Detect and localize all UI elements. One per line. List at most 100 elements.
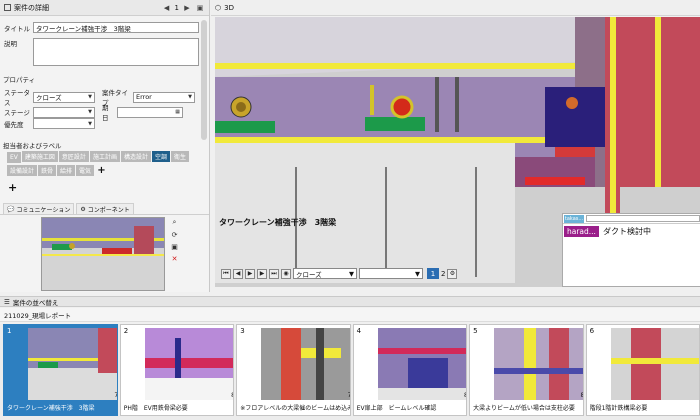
comment-user: harad... [564, 226, 599, 237]
stage-label: ステージ [4, 109, 30, 117]
case-details-header: 案件の詳細 ◀ 1 ▶ ▣ [0, 0, 209, 16]
label-tag[interactable]: 設備設計 [7, 165, 38, 176]
card-number: 3 [240, 327, 245, 335]
card-caption: ※フロアレベルの大梁催のビームはめ込み＝柱部... [240, 405, 349, 412]
prev-case-button[interactable]: ◀ [162, 4, 172, 12]
sort-title: 案件の並べ替え [12, 298, 59, 307]
next-icon[interactable]: ▶ [257, 268, 267, 279]
card-caption: EV扉上部 ビームレベル確認 [356, 405, 437, 412]
label-tag-active[interactable]: 空調 [151, 151, 170, 162]
card-thumbnail: 81 [494, 328, 583, 400]
card-number: 1 [7, 327, 12, 335]
card-caption: 大梁よりビームが低い場合は支柱必要 [473, 405, 575, 412]
description-textarea[interactable] [33, 38, 199, 66]
chevron-down-icon: ▼ [88, 120, 92, 127]
page-2-button[interactable]: 2 [441, 270, 445, 278]
viewpoint-caption: タワークレーン補強干渉 3階梁 [219, 218, 337, 227]
case-type-select[interactable]: Error ▼ [133, 91, 195, 103]
label-tag[interactable]: EV [7, 152, 21, 163]
zoom-icon[interactable]: ⌕ [170, 218, 179, 227]
case-card[interactable]: 3 77 ※フロアレベルの大梁催のビームはめ込み＝柱部... [236, 324, 351, 416]
card-thumbnail [610, 328, 700, 400]
chat-icon: 💬 [7, 205, 15, 213]
next-case-button[interactable]: ▶ [182, 4, 192, 12]
page-1-button[interactable]: 1 [427, 268, 439, 279]
3d-viewport[interactable]: タワークレーン補強干渉 3階梁 ⏮ ◀ ▶ ▶ ⏭ ◉ クローズ ▼ ▼ 1 2 … [215, 17, 700, 287]
label-tag[interactable]: 建築施工図 [21, 151, 58, 162]
card-caption: PH階 EV用鉄骨梁必要 [123, 405, 188, 412]
card-count: 79 [114, 392, 116, 399]
collapse-icon[interactable]: ▣ [195, 4, 205, 12]
label-tag[interactable]: 意匠設計 [58, 151, 89, 162]
deadline-picker[interactable]: ▦ [117, 106, 183, 118]
last-icon[interactable]: ⏭ [269, 268, 279, 279]
settings-icon[interactable]: ⚙ [447, 268, 458, 279]
tab-component[interactable]: ⚙ コンポーネント [76, 203, 134, 214]
image-icon[interactable]: ▣ [170, 242, 179, 251]
card-thumbnail: 79 [28, 328, 117, 400]
case-card[interactable]: 5 81 大梁よりビームが低い場合は支柱必要 [469, 324, 584, 416]
play-icon[interactable]: ▶ [245, 268, 255, 279]
case-card[interactable]: 6 階段1階計鉄構梁必要 [585, 324, 700, 416]
details-scrollbar[interactable] [201, 20, 207, 140]
chevron-down-icon: ▼ [188, 94, 192, 100]
status-select[interactable]: クローズ ▼ [33, 91, 95, 103]
label-tag[interactable]: 鉄骨 [38, 165, 57, 176]
comment-text: ダクト検討中 [602, 227, 651, 236]
tab-communication-label: コミュニケーション [16, 206, 71, 214]
view-header: ⬡ 3D [211, 0, 700, 16]
case-page-number: 1 [174, 3, 179, 12]
priority-select[interactable]: ▼ [33, 118, 95, 129]
title-input[interactable]: タワークレーン補強干渉 3階梁 [33, 22, 199, 33]
mini-user-tag: takas... [564, 214, 584, 223]
case-card[interactable]: 2 82 PH階 EV用鉄骨梁必要 [119, 324, 235, 416]
delete-icon[interactable]: ✕ [170, 254, 179, 263]
label-tag[interactable]: 給排 [57, 165, 76, 176]
comment-input[interactable] [586, 215, 700, 222]
label-tag[interactable]: 構造設計 [120, 151, 151, 162]
card-count: 80 [464, 392, 466, 399]
card-count: 77 [348, 392, 350, 399]
refresh-icon[interactable]: ⟳ [170, 230, 179, 239]
view-select-value: クローズ [296, 270, 322, 279]
camera-icon[interactable]: ◉ [281, 268, 291, 279]
case-details-panel: 案件の詳細 ◀ 1 ▶ ▣ タイトル タワークレーン補強干渉 3階梁 説明 プロ… [0, 0, 210, 292]
card-number: 2 [123, 327, 129, 335]
first-icon[interactable]: ⏮ [221, 268, 231, 279]
title-label: タイトル [4, 24, 30, 33]
report-row[interactable]: 211029_現場レポート [0, 308, 700, 322]
add-assignee-button[interactable]: + [8, 181, 17, 194]
sort-header: ☰ 案件の並べ替え [0, 296, 700, 307]
card-number: 4 [356, 327, 362, 335]
view-select[interactable]: クローズ ▼ [293, 268, 357, 279]
properties-heading: プロパティ [3, 76, 36, 84]
card-number: 6 [589, 327, 595, 335]
viewpoint-thumbnail-image [42, 218, 164, 290]
secondary-select[interactable]: ▼ [359, 268, 423, 279]
stage-select[interactable]: ▼ [33, 106, 95, 118]
label-tags: EV 建築施工図 意匠設計 施工計画 構造設計 空調 衛生 設備設計 鉄骨 給排 電気 + [7, 151, 205, 178]
chevron-down-icon: ▼ [88, 109, 92, 115]
card-caption: タワークレーン補強干渉 3階梁 [7, 405, 95, 412]
comment-row: harad... ダクト検討中 [563, 224, 700, 239]
deadline-label: 期日 [102, 104, 109, 122]
component-icon: ⚙ [80, 205, 86, 213]
label-tag[interactable]: 施工計画 [89, 151, 120, 162]
prev-icon[interactable]: ◀ [233, 268, 243, 279]
card-thumbnail: 77 [261, 328, 350, 400]
label-tag[interactable]: 電気 [76, 165, 95, 176]
status-value: クローズ [36, 94, 62, 102]
assignees-heading: 担当者およびラベル [3, 142, 62, 150]
viewpoint-thumbnail[interactable] [41, 217, 165, 291]
add-tag-button[interactable]: + [97, 165, 105, 176]
view-tab-3d[interactable]: 3D [224, 4, 234, 12]
chevron-down-icon: ▼ [415, 269, 420, 278]
list-icon: ☰ [4, 297, 10, 306]
case-cards: 1 79 タワークレーン補強干渉 3階梁 2 82 PH階 EV用鉄骨梁必要 3… [0, 324, 700, 420]
case-card-selected[interactable]: 1 79 タワークレーン補強干渉 3階梁 [3, 324, 118, 416]
chevron-down-icon: ▼ [88, 94, 92, 100]
calendar-icon: ▦ [175, 109, 180, 115]
case-card[interactable]: 4 80 EV扉上部 ビームレベル確認 [352, 324, 468, 416]
tab-communication[interactable]: 💬 コミュニケーション [3, 203, 75, 214]
label-tag[interactable]: 衛生 [170, 151, 189, 162]
